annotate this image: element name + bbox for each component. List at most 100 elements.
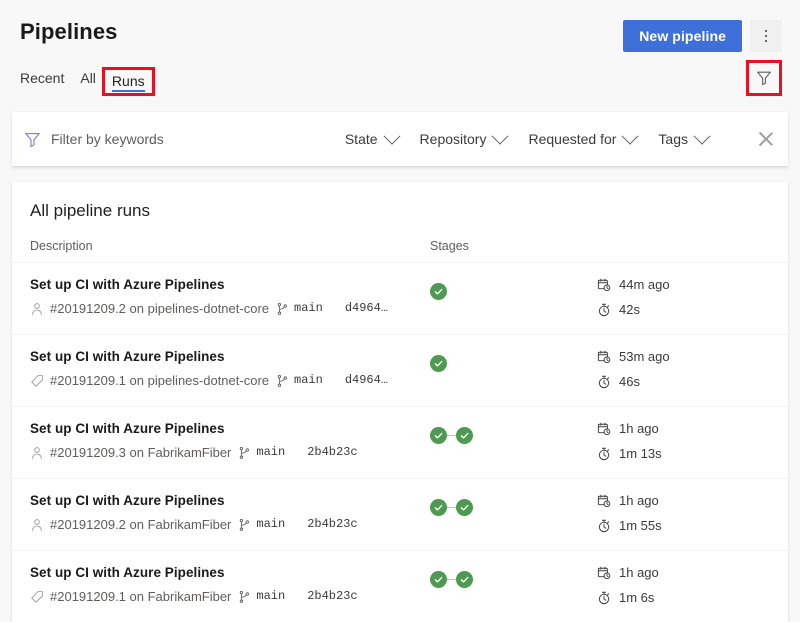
commit-hash[interactable]: d4964… [345, 300, 388, 317]
tag-icon [30, 374, 44, 388]
branch-name: main [256, 589, 286, 603]
branch-ref[interactable]: main [276, 372, 323, 389]
header-actions: New pipeline [623, 18, 782, 52]
run-times-cell: 1h ago 1m 13s [590, 420, 770, 463]
title-row: Pipelines New pipeline [18, 18, 782, 52]
run-number-and-repo[interactable]: #20191209.2 on FabrikamFiber [50, 516, 231, 533]
stage-status-succeeded-icon[interactable] [430, 427, 447, 444]
table-row[interactable]: Set up CI with Azure Pipelines #20191209.… [12, 478, 788, 550]
run-description-cell: Set up CI with Azure Pipelines #20191209.… [30, 348, 430, 389]
calendar-clock-icon [596, 422, 612, 436]
tab-all[interactable]: All [72, 66, 104, 97]
search-input[interactable]: Filter by keywords [51, 131, 164, 147]
stopwatch-icon [596, 591, 612, 605]
filter-repository-dropdown[interactable]: Repository [420, 127, 509, 147]
run-name-link[interactable]: Set up CI with Azure Pipelines [30, 420, 430, 438]
keyword-filter[interactable]: Filter by keywords [24, 131, 345, 148]
branch-icon [240, 518, 250, 531]
branch-icon [277, 302, 287, 315]
person-icon [30, 446, 44, 460]
commit-hash[interactable]: 2b4b23c [307, 588, 357, 605]
run-duration-text: 1m 6s [619, 590, 655, 605]
branch-ref[interactable]: main [276, 300, 323, 317]
calendar-clock-icon [596, 350, 612, 364]
commit-hash[interactable]: 2b4b23c [307, 444, 357, 461]
run-duration-text: 1m 13s [619, 446, 662, 461]
person-icon [30, 518, 44, 532]
person-icon [30, 302, 44, 316]
run-description-cell: Set up CI with Azure Pipelines #20191209.… [30, 276, 430, 317]
run-name-link[interactable]: Set up CI with Azure Pipelines [30, 564, 430, 582]
page-title: Pipelines [20, 19, 118, 44]
table-row[interactable]: Set up CI with Azure Pipelines #20191209.… [12, 334, 788, 406]
filter-tags-dropdown[interactable]: Tags [658, 127, 711, 147]
stage-status-succeeded-icon[interactable] [456, 427, 473, 444]
filter-dropdowns: State Repository Requested for Tags [345, 127, 774, 148]
person-icon [32, 518, 42, 531]
tab-recent[interactable]: Recent [20, 66, 72, 97]
branch-icon [240, 446, 250, 459]
runs-list: Set up CI with Azure Pipelines #20191209.… [12, 262, 788, 622]
close-icon[interactable] [756, 130, 774, 148]
run-times-cell: 53m ago 46s [590, 348, 770, 391]
branch-ref[interactable]: main [238, 444, 285, 461]
stopwatch-icon [596, 375, 612, 389]
run-number-and-repo[interactable]: #20191209.1 on pipelines-dotnet-core [50, 372, 269, 389]
filter-bar: Filter by keywords State Repository Requ… [12, 112, 788, 166]
stage-status-succeeded-icon[interactable] [430, 355, 447, 372]
stage-status-succeeded-icon[interactable] [430, 499, 447, 516]
calendar-clock-icon [596, 494, 612, 508]
run-meta: #20191209.1 on FabrikamFiber main 2b4b23c [30, 588, 430, 605]
run-time-ago-text: 53m ago [619, 349, 670, 364]
run-duration: 1m 13s [596, 445, 770, 463]
branch-name: main [294, 373, 323, 387]
tag-icon [31, 590, 43, 603]
new-pipeline-button[interactable]: New pipeline [623, 20, 742, 52]
stage-status-succeeded-icon[interactable] [456, 571, 473, 588]
run-number-and-repo[interactable]: #20191209.3 on FabrikamFiber [50, 444, 231, 461]
run-duration-text: 1m 55s [619, 518, 662, 533]
runs-column-headers: Description Stages [12, 222, 788, 262]
run-stages-cell [430, 348, 590, 372]
calendar-clock-icon [597, 566, 611, 580]
run-meta: #20191209.2 on pipelines-dotnet-core main… [30, 300, 430, 317]
tab-runs[interactable]: Runs [101, 66, 155, 96]
stage-status-succeeded-icon[interactable] [430, 283, 447, 300]
commit-hash[interactable]: 2b4b23c [307, 516, 357, 533]
stage-connector [447, 434, 456, 437]
stopwatch-icon [598, 375, 610, 389]
column-header-stages: Stages [430, 239, 469, 253]
run-meta: #20191209.1 on pipelines-dotnet-core main… [30, 372, 430, 389]
branch-name: main [256, 517, 286, 531]
filter-requested-for-dropdown[interactable]: Requested for [528, 127, 639, 147]
run-stages-cell [430, 492, 590, 516]
table-row[interactable]: Set up CI with Azure Pipelines #20191209.… [12, 406, 788, 478]
filter-toggle-button[interactable] [746, 60, 782, 96]
stages-list [430, 427, 590, 444]
tabs-row: Recent All Runs [18, 60, 782, 98]
pivot-tabs: Recent All Runs [20, 66, 155, 97]
stage-status-succeeded-icon[interactable] [430, 571, 447, 588]
run-name-link[interactable]: Set up CI with Azure Pipelines [30, 348, 430, 366]
table-row[interactable]: Set up CI with Azure Pipelines #20191209.… [12, 550, 788, 622]
stopwatch-icon [598, 591, 610, 605]
tag-icon [31, 374, 43, 387]
tab-all-label: All [80, 69, 96, 86]
filter-state-dropdown[interactable]: State [345, 127, 401, 147]
branch-ref[interactable]: main [238, 588, 285, 605]
filter-tags-label: Tags [658, 131, 688, 147]
run-name-link[interactable]: Set up CI with Azure Pipelines [30, 492, 430, 510]
run-number-and-repo[interactable]: #20191209.2 on pipelines-dotnet-core [50, 300, 269, 317]
stage-status-succeeded-icon[interactable] [456, 499, 473, 516]
more-actions-button[interactable] [750, 20, 782, 52]
calendar-clock-icon [597, 350, 611, 364]
table-row[interactable]: Set up CI with Azure Pipelines #20191209.… [12, 262, 788, 334]
tab-runs-label: Runs [111, 72, 145, 89]
run-time-ago: 1h ago [596, 492, 770, 510]
stages-list [430, 499, 590, 516]
run-name-link[interactable]: Set up CI with Azure Pipelines [30, 276, 430, 294]
run-number-and-repo[interactable]: #20191209.1 on FabrikamFiber [50, 588, 231, 605]
branch-ref[interactable]: main [238, 516, 285, 533]
calendar-clock-icon [596, 566, 612, 580]
commit-hash[interactable]: d4964… [345, 372, 388, 389]
